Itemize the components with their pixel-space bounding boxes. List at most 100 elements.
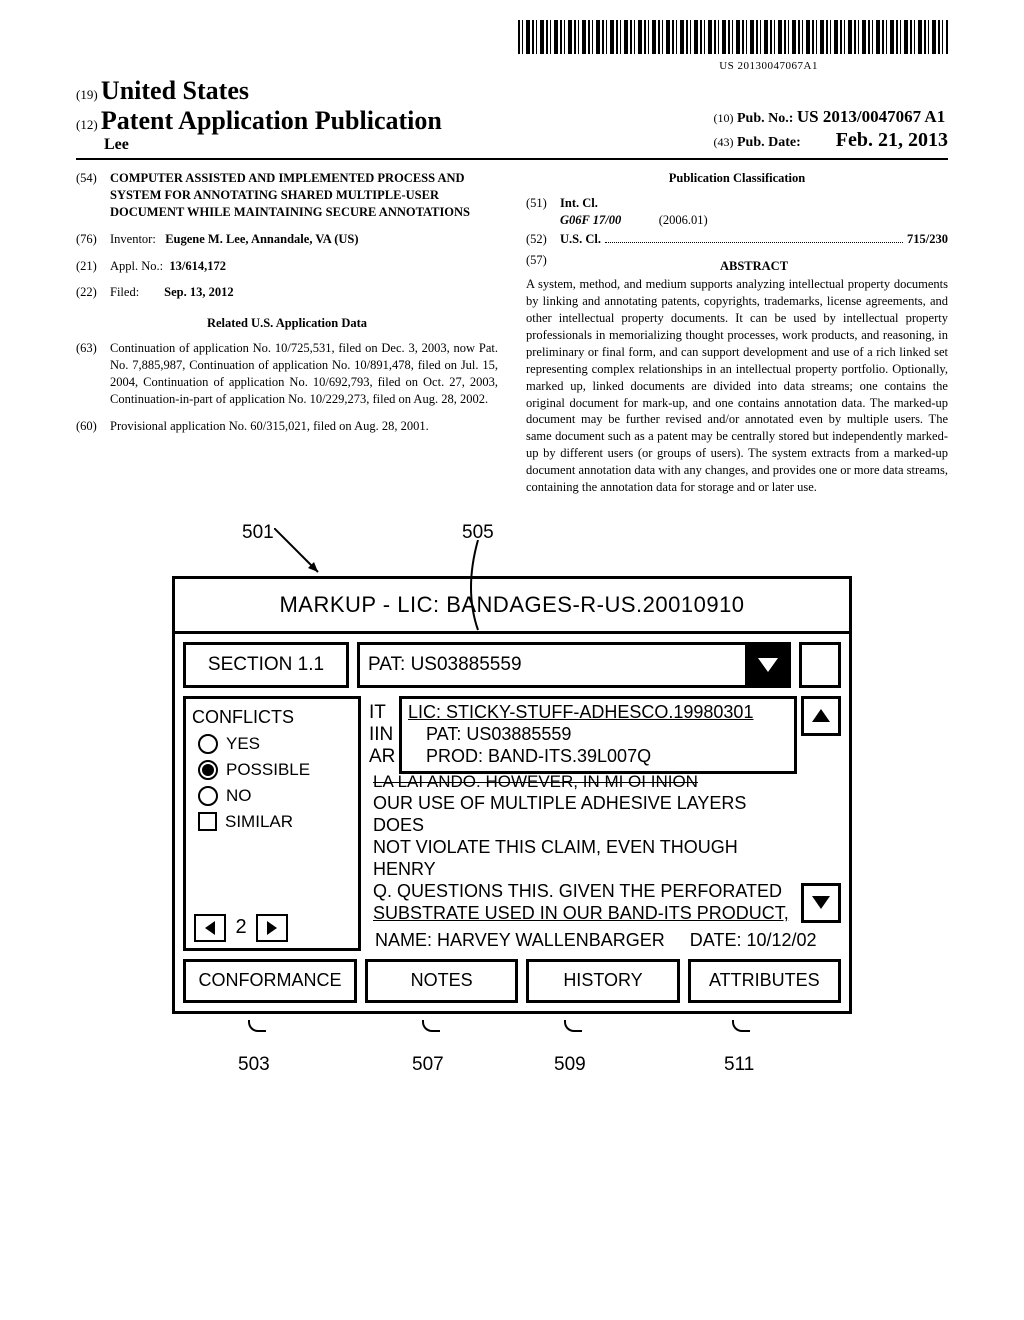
inid-52: (52) <box>526 231 560 248</box>
radio-possible-label: POSSIBLE <box>226 760 310 780</box>
date-label: DATE: <box>690 930 742 950</box>
truncated-line: LA LAI ANDO. HOWEVER, IN MI OI INION <box>373 772 841 792</box>
name-value: HARVEY WALLENBARGER <box>437 930 665 950</box>
radio-icon <box>198 786 218 806</box>
opinion-l2: NOT VIOLATE THIS CLAIM, EVEN THOUGH HENR… <box>373 836 797 880</box>
pubdate-value: Feb. 21, 2013 <box>836 129 948 151</box>
author-surname: Lee <box>76 136 442 154</box>
hook-509 <box>564 1020 582 1032</box>
radio-possible[interactable]: POSSIBLE <box>192 760 352 780</box>
checkbox-similar-label: SIMILAR <box>225 812 293 832</box>
uscl-value: 715/230 <box>907 231 948 248</box>
dropdown-row-prod[interactable]: PROD: BAND-ITS.39L007Q <box>408 745 788 767</box>
inid-63: (63) <box>76 340 110 408</box>
inid-12: (12) <box>76 117 98 132</box>
section-label: SECTION 1.1 <box>208 654 324 676</box>
inid-19: (19) <box>76 87 98 102</box>
radio-no[interactable]: NO <box>192 786 352 806</box>
dropdown-row-pat[interactable]: PAT: US03885559 <box>408 723 788 745</box>
related-heading: Related U.S. Application Data <box>76 315 498 332</box>
figure: 501 505 MARKUP - LIC: BANDAGES-R-US.2001… <box>172 522 852 1080</box>
pat-selected-value: PAT: US03885559 <box>368 654 522 676</box>
arrow-501 <box>274 528 334 588</box>
opinion-l1: OUR USE OF MULTIPLE ADHESIVE LAYERS DOES <box>373 792 797 836</box>
ref-503: 503 <box>238 1054 270 1076</box>
hook-507 <box>422 1020 440 1032</box>
pubno-value: US 2013/0047067 A1 <box>797 107 945 126</box>
related-63-text: Continuation of application No. 10/725,5… <box>110 340 498 408</box>
invention-title: COMPUTER ASSISTED AND IMPLEMENTED PROCES… <box>110 170 498 221</box>
tab-history-label: HISTORY <box>563 970 642 991</box>
applno-label: Appl. No.: <box>110 259 163 273</box>
tab-attributes-label: ATTRIBUTES <box>709 970 820 991</box>
hook-503 <box>248 1020 266 1032</box>
inid-60: (60) <box>76 418 110 435</box>
ref-509: 509 <box>554 1054 586 1076</box>
intcl-date: (2006.01) <box>659 213 708 227</box>
tab-history[interactable]: HISTORY <box>526 959 679 1003</box>
inid-10: (10) <box>714 111 734 125</box>
hook-511 <box>732 1020 750 1032</box>
barcode <box>518 20 948 54</box>
tab-notes-label: NOTES <box>411 970 473 991</box>
inid-22: (22) <box>76 284 110 301</box>
intcl-label: Int. Cl. <box>560 196 598 210</box>
radio-no-label: NO <box>226 786 252 806</box>
intcl-code: G06F 17/00 <box>560 213 621 227</box>
step-value: 2 <box>232 916 250 939</box>
pubdate-label: Pub. Date: <box>737 135 801 150</box>
uscl-label: U.S. Cl. <box>560 232 601 246</box>
tab-conformance[interactable]: CONFORMANCE <box>183 959 357 1003</box>
radio-icon <box>198 760 218 780</box>
step-prev-button[interactable] <box>194 914 226 942</box>
opinion-text: OUR USE OF MULTIPLE ADHESIVE LAYERS DOES… <box>373 792 797 924</box>
radio-icon <box>198 734 218 754</box>
inventor-value: Eugene M. Lee, Annandale, VA (US) <box>165 232 358 246</box>
aux-button[interactable] <box>799 642 841 688</box>
filed-value: Sep. 13, 2012 <box>164 285 233 299</box>
conflicts-panel: CONFLICTS YES POSSIBLE NO SIMILAR 2 <box>183 696 361 951</box>
dropdown-caret-icon[interactable] <box>745 642 788 688</box>
checkbox-icon <box>198 812 217 831</box>
header: (19) United States (12) Patent Applicati… <box>76 76 948 160</box>
inventor-label: Inventor: <box>110 232 156 246</box>
inid-76: (76) <box>76 231 110 248</box>
barcode-caption: US 20130047067A1 <box>76 60 818 72</box>
behind-l1: IT <box>369 702 395 724</box>
name-label: NAME: <box>375 930 432 950</box>
scroll-down-button[interactable] <box>801 883 841 923</box>
classification-heading: Publication Classification <box>526 170 948 187</box>
scroll-up-button[interactable] <box>801 696 841 736</box>
step-next-button[interactable] <box>256 914 288 942</box>
dropdown-row-lic[interactable]: LIC: STICKY-STUFF-ADHESCO.19980301 <box>408 701 788 723</box>
inid-43: (43) <box>714 135 734 149</box>
tab-notes[interactable]: NOTES <box>365 959 518 1003</box>
opinion-l4: SUBSTRATE USED IN OUR BAND-ITS PRODUCT, <box>373 902 797 924</box>
tab-attributes[interactable]: ATTRIBUTES <box>688 959 841 1003</box>
behind-l2: IIN <box>369 724 395 746</box>
behind-l3: AR <box>369 746 395 768</box>
markup-title: MARKUP - LIC: BANDAGES-R-US.20010910 <box>279 592 744 618</box>
ref-501: 501 <box>242 522 274 544</box>
abstract-heading: ABSTRACT <box>560 258 948 275</box>
conflicts-heading: CONFLICTS <box>192 707 352 728</box>
link-dropdown[interactable]: LIC: STICKY-STUFF-ADHESCO.19980301 PAT: … <box>399 696 797 774</box>
ref-511: 511 <box>724 1054 754 1076</box>
section-box[interactable]: SECTION 1.1 <box>183 642 349 688</box>
inid-51: (51) <box>526 195 560 229</box>
filed-label: Filed: <box>110 285 139 299</box>
inid-57: (57) <box>526 252 560 277</box>
opinion-l3: Q. QUESTIONS THIS. GIVEN THE PERFORATED <box>373 880 797 902</box>
behind-text: IT IIN AR <box>369 702 395 768</box>
tab-conformance-label: CONFORMANCE <box>199 970 342 991</box>
dot-leader <box>605 242 903 243</box>
checkbox-similar[interactable]: SIMILAR <box>192 812 352 832</box>
inid-54: (54) <box>76 170 110 221</box>
pat-select[interactable]: PAT: US03885559 <box>357 642 791 688</box>
date-value: 10/12/02 <box>746 930 816 950</box>
radio-yes[interactable]: YES <box>192 734 352 754</box>
ref-507: 507 <box>412 1054 444 1076</box>
applno-value: 13/614,172 <box>169 259 226 273</box>
radio-yes-label: YES <box>226 734 260 754</box>
pubno-label: Pub. No.: <box>737 111 793 126</box>
